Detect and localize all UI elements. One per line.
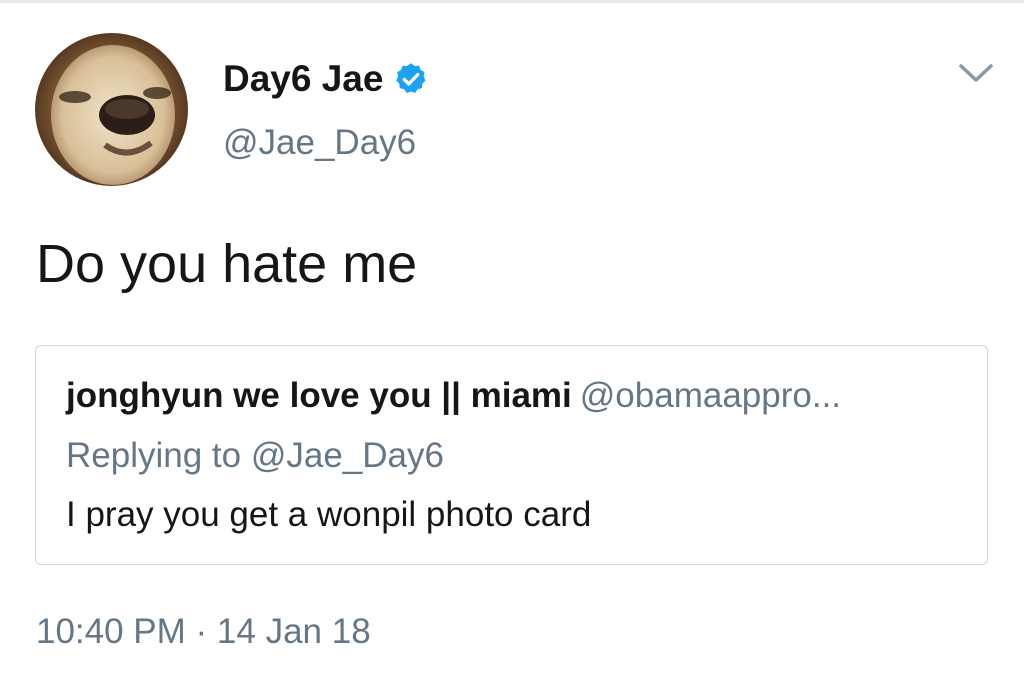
quoted-tweet-text: I pray you get a wonpil photo card: [66, 495, 592, 534]
tweet-timestamp[interactable]: 10:40 PM · 14 Jan 18: [36, 612, 371, 652]
quoted-tweet[interactable]: jonghyun we love you || miami @obamaappro…: [35, 345, 988, 565]
author-name-text: Day6 Jae: [223, 58, 384, 99]
avatar[interactable]: [35, 33, 188, 186]
author-display-name[interactable]: Day6 Jae: [223, 58, 429, 100]
replying-to-label: Replying to: [66, 436, 242, 475]
verified-badge-icon: [393, 61, 429, 97]
tweet-text: Do you hate me: [36, 234, 418, 294]
replying-to-line: Replying to @Jae_Day6: [66, 436, 444, 476]
replying-to-handle[interactable]: @Jae_Day6: [251, 436, 444, 475]
quoted-tweet-header: jonghyun we love you || miami @obamaappro…: [66, 376, 841, 416]
quoted-handle: @obamaappro...: [579, 376, 842, 415]
chevron-down-icon[interactable]: [957, 60, 995, 88]
chihuahua-avatar-icon: [35, 33, 188, 186]
author-handle[interactable]: @Jae_Day6: [223, 123, 416, 163]
top-divider: [0, 0, 1024, 3]
quoted-display-name: jonghyun we love you || miami: [66, 376, 572, 415]
